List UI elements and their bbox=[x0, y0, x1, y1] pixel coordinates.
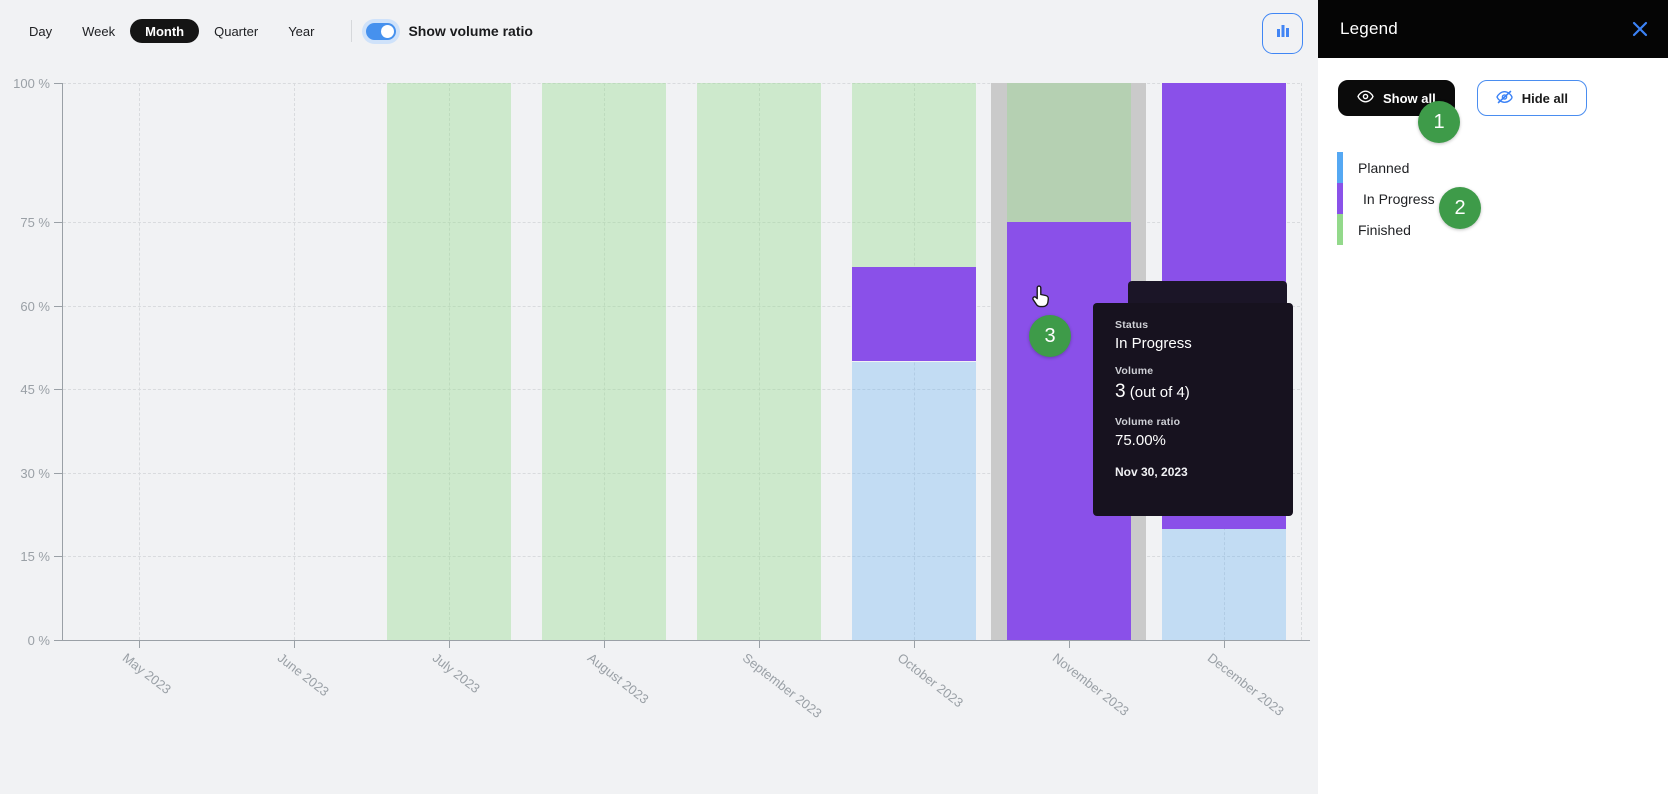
legend-item-label: Finished bbox=[1358, 222, 1411, 238]
legend-swatch bbox=[1337, 152, 1343, 183]
legend-item-in-progress[interactable]: In Progress bbox=[1337, 183, 1637, 214]
annotation-badge-1: 1 bbox=[1418, 101, 1460, 143]
y-axis-tick bbox=[54, 640, 62, 641]
hover-tooltip: Status In Progress Volume 3 (out of 4) V… bbox=[1093, 303, 1293, 516]
y-axis-tick bbox=[54, 473, 62, 474]
app-window: DayWeekMonthQuarterYear Show volume rati… bbox=[0, 0, 1668, 794]
x-gridline bbox=[139, 83, 140, 640]
tab-day[interactable]: Day bbox=[14, 19, 67, 43]
tab-year[interactable]: Year bbox=[273, 19, 329, 43]
y-axis-label: 45 % bbox=[0, 382, 50, 397]
x-axis-tick bbox=[449, 640, 450, 648]
legend-panel-header: Legend bbox=[1318, 0, 1668, 58]
x-axis-label: July 2023 bbox=[430, 650, 483, 696]
y-axis-line bbox=[62, 83, 63, 640]
x-axis-tick bbox=[759, 640, 760, 648]
bar-chart-icon bbox=[1274, 22, 1292, 45]
tab-week[interactable]: Week bbox=[67, 19, 130, 43]
legend-panel-title: Legend bbox=[1340, 19, 1398, 39]
bar-segment-finished[interactable] bbox=[387, 83, 511, 640]
period-tab-group: DayWeekMonthQuarterYear bbox=[14, 19, 329, 43]
bar-segment-finished[interactable] bbox=[697, 83, 821, 640]
volume-ratio-toggle-label: Show volume ratio bbox=[408, 23, 532, 39]
tooltip-status-value: In Progress bbox=[1115, 335, 1293, 352]
close-icon[interactable] bbox=[1632, 21, 1648, 37]
x-axis-tick bbox=[914, 640, 915, 648]
y-axis-label: 75 % bbox=[0, 215, 50, 230]
volume-ratio-toggle[interactable] bbox=[366, 23, 396, 40]
x-gridline-right-edge bbox=[1301, 83, 1302, 640]
legend-item-finished[interactable]: Finished bbox=[1337, 214, 1637, 245]
x-axis-tick bbox=[294, 640, 295, 648]
legend-panel: Legend Show all Hide all PlannedIn Progr… bbox=[1318, 0, 1668, 794]
x-axis-label: October 2023 bbox=[895, 650, 966, 710]
chart-type-button[interactable] bbox=[1262, 13, 1303, 54]
legend-item-label: Planned bbox=[1358, 160, 1409, 176]
y-axis-tick bbox=[54, 306, 62, 307]
tab-month[interactable]: Month bbox=[130, 19, 199, 43]
tooltip-status-label: Status bbox=[1115, 319, 1293, 331]
toolbar-divider bbox=[351, 20, 352, 42]
x-axis-tick bbox=[604, 640, 605, 648]
annotation-badge-3: 3 bbox=[1029, 315, 1071, 357]
bar-segment-finished[interactable] bbox=[542, 83, 666, 640]
tooltip-volume-label: Volume bbox=[1115, 365, 1293, 377]
toggle-knob bbox=[381, 25, 394, 38]
x-axis-line bbox=[62, 640, 1310, 641]
y-axis-tick bbox=[54, 83, 62, 84]
eye-off-icon bbox=[1496, 90, 1513, 107]
y-axis-label: 15 % bbox=[0, 549, 50, 564]
y-axis-label: 60 % bbox=[0, 299, 50, 314]
tooltip-volume-value: 3 (out of 4) bbox=[1115, 381, 1293, 403]
x-axis-tick bbox=[1224, 640, 1225, 648]
y-axis-tick bbox=[54, 389, 62, 390]
y-axis-tick bbox=[54, 222, 62, 223]
x-axis-label: September 2023 bbox=[740, 650, 825, 721]
hide-all-button[interactable]: Hide all bbox=[1477, 80, 1587, 116]
bar-segment-finished[interactable] bbox=[1007, 83, 1131, 222]
y-axis-label: 100 % bbox=[0, 76, 50, 91]
y-axis-label: 0 % bbox=[0, 633, 50, 648]
x-axis-label: November 2023 bbox=[1049, 650, 1131, 719]
x-axis-tick bbox=[1069, 640, 1070, 648]
eye-icon bbox=[1357, 90, 1374, 106]
bar-segment-planned[interactable] bbox=[852, 362, 976, 641]
x-axis-label: August 2023 bbox=[585, 650, 652, 707]
x-gridline bbox=[294, 83, 295, 640]
legend-swatch bbox=[1337, 183, 1343, 214]
x-axis-label: December 2023 bbox=[1204, 650, 1286, 719]
legend-item-label: In Progress bbox=[1358, 191, 1435, 207]
x-axis-tick bbox=[139, 640, 140, 648]
x-axis-label: May 2023 bbox=[120, 650, 174, 697]
x-axis-label: June 2023 bbox=[275, 650, 332, 699]
period-tabs: DayWeekMonthQuarterYear Show volume rati… bbox=[14, 7, 533, 55]
hide-all-label: Hide all bbox=[1522, 91, 1568, 106]
bar-segment-in-progress[interactable] bbox=[852, 267, 976, 362]
legend-swatch bbox=[1337, 214, 1343, 245]
tooltip-date: Nov 30, 2023 bbox=[1115, 465, 1293, 479]
y-axis-tick bbox=[54, 556, 62, 557]
y-axis-label: 30 % bbox=[0, 466, 50, 481]
annotation-badge-2: 2 bbox=[1439, 187, 1481, 229]
legend-item-list: Planned In Progress Finished bbox=[1337, 152, 1637, 245]
mouse-cursor-icon bbox=[1028, 284, 1052, 316]
tooltip-ratio-value: 75.00% bbox=[1115, 432, 1293, 449]
bar-segment-planned[interactable] bbox=[1162, 529, 1286, 640]
bar-segment-finished[interactable] bbox=[852, 83, 976, 267]
tab-quarter[interactable]: Quarter bbox=[199, 19, 273, 43]
legend-item-planned[interactable]: Planned bbox=[1337, 152, 1637, 183]
tooltip-ratio-label: Volume ratio bbox=[1115, 416, 1293, 428]
